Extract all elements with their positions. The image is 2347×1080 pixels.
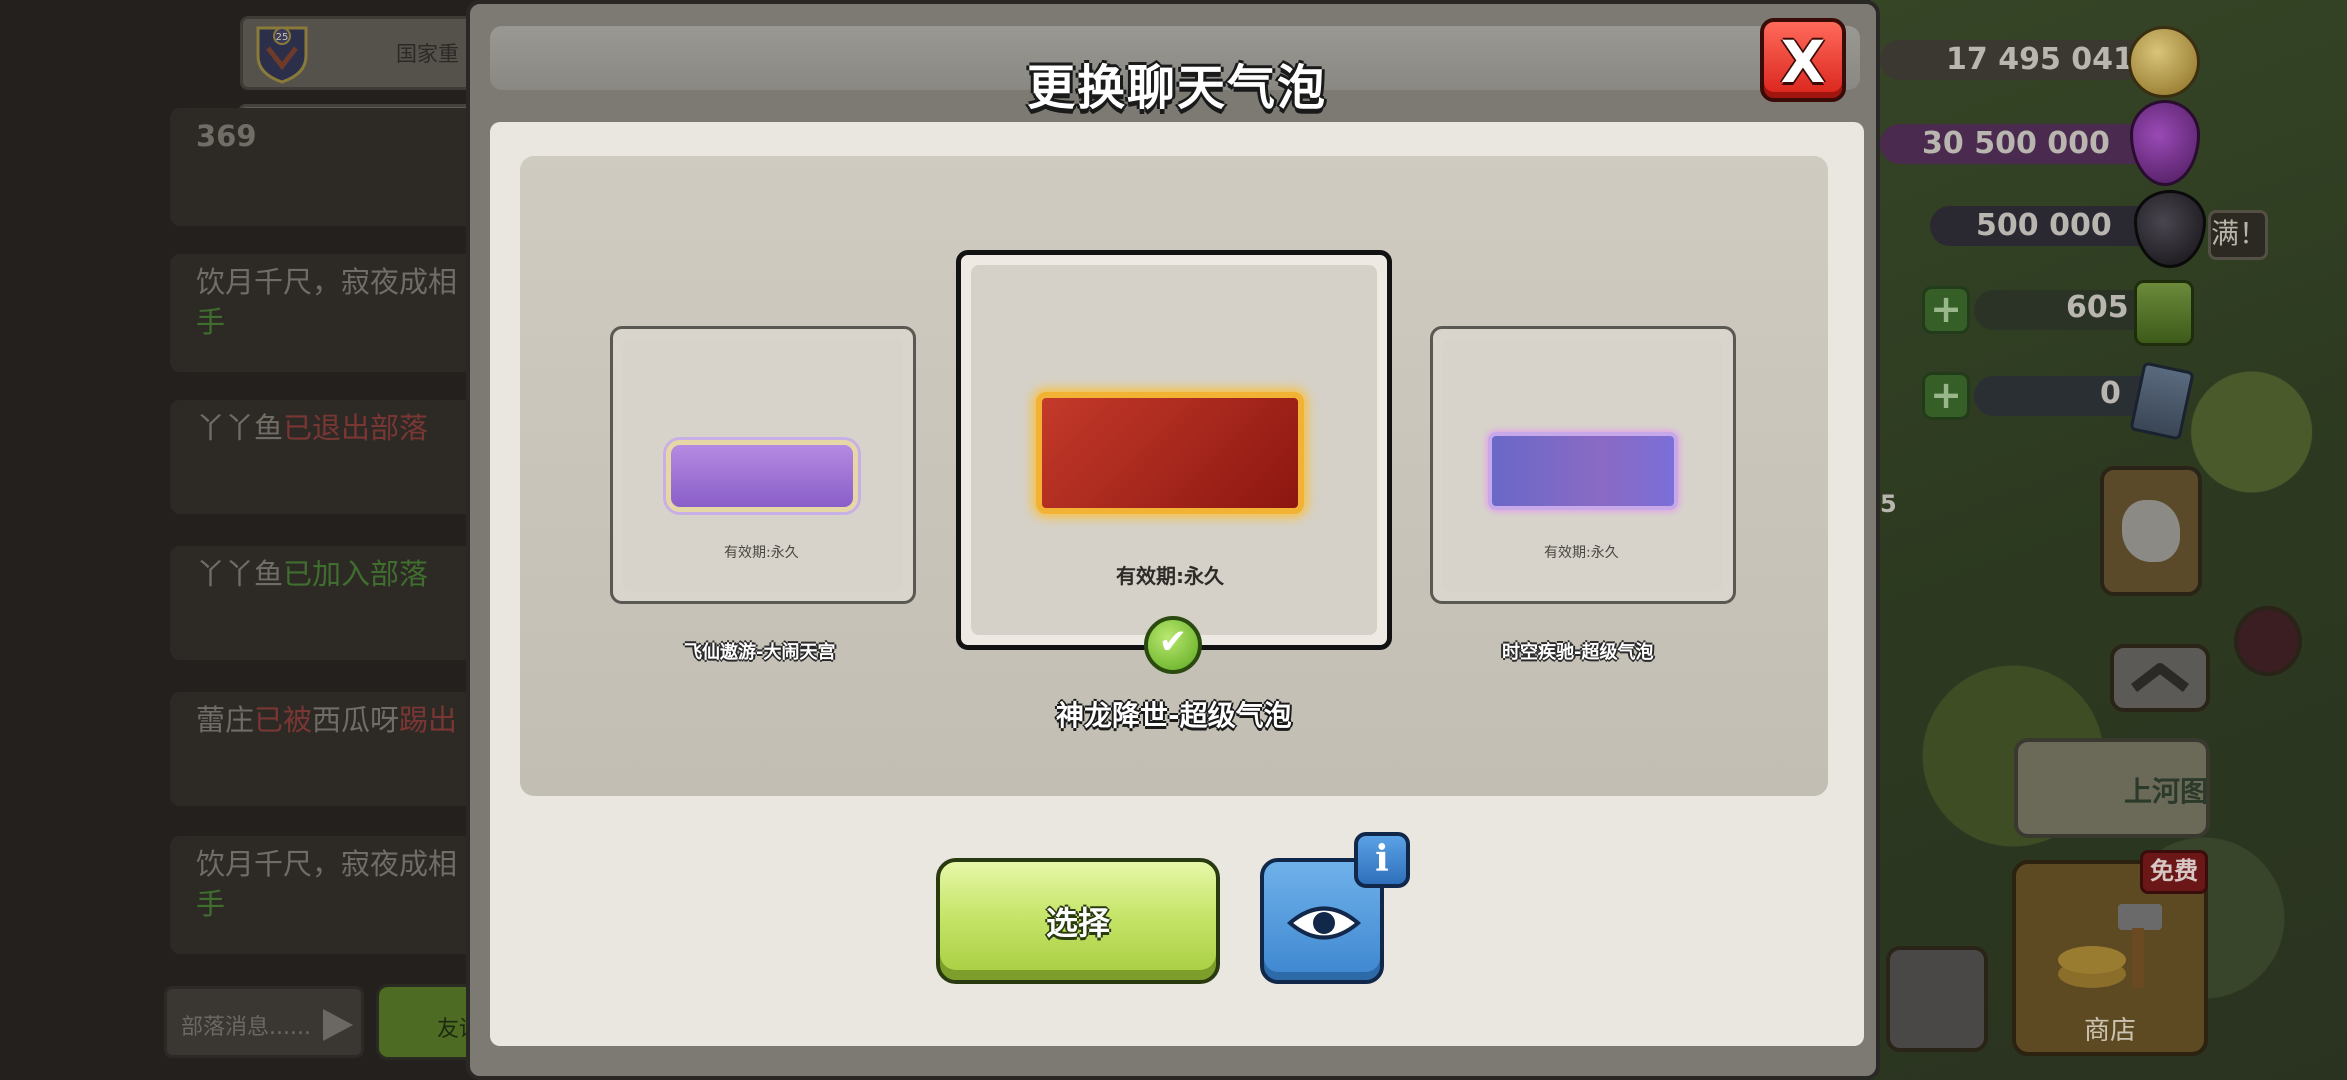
move-building-button[interactable] bbox=[1886, 946, 1988, 1052]
eye-icon bbox=[1286, 906, 1362, 940]
gem-icon bbox=[2134, 280, 2194, 346]
arrow-up-icon bbox=[2130, 663, 2190, 692]
bubble-preview-dragon bbox=[1036, 392, 1304, 514]
chat-message: 丫丫鱼已退出部落 bbox=[170, 400, 480, 514]
chat-message-text: 手 bbox=[196, 887, 226, 921]
gold-coin-icon bbox=[2128, 26, 2200, 98]
chat-actor: 西瓜呀 bbox=[312, 703, 400, 737]
chat-message: 369 bbox=[170, 108, 480, 226]
check-icon: ✔ bbox=[1158, 622, 1188, 662]
level-hint: 5 bbox=[1880, 490, 1897, 518]
elixir-amount: 30 500 000 bbox=[1922, 126, 2110, 161]
river-map-label: 上河图 bbox=[2124, 775, 2209, 808]
chat-message-text: 手 bbox=[196, 305, 226, 339]
select-button[interactable]: 选择 bbox=[936, 858, 1220, 984]
info-icon: i bbox=[1375, 838, 1389, 880]
chat-message-text: 已加入部落 bbox=[283, 557, 429, 591]
select-button-label: 选择 bbox=[1045, 904, 1110, 942]
chat-message: 饮月千尺，寂夜成相 手 bbox=[170, 254, 480, 372]
scroll-up-button[interactable] bbox=[2110, 644, 2210, 712]
chat-message-text: 369 bbox=[196, 119, 257, 153]
bubble-validity: 有效期:永久 bbox=[724, 545, 799, 561]
info-button[interactable]: i bbox=[1354, 832, 1410, 888]
chat-sender: 饮月千尺，寂夜成相 bbox=[196, 265, 458, 299]
storage-full-label: 满！ bbox=[2208, 210, 2268, 260]
clan-name: 国家重 bbox=[396, 42, 459, 66]
shop-hammer-icon bbox=[2058, 904, 2162, 988]
builder-hand-button[interactable] bbox=[2100, 466, 2202, 596]
dark-elixir-amount: 500 000 bbox=[1976, 208, 2112, 243]
shop-label: 商店 bbox=[2084, 1016, 2137, 1046]
chat-input[interactable]: 部落消息...... bbox=[164, 986, 364, 1058]
chat-message: 饮月千尺，寂夜成相 手 bbox=[170, 836, 480, 954]
builder-hand-icon bbox=[2122, 500, 2180, 562]
chat-message-text: 已被 bbox=[254, 703, 313, 737]
chat-message-text: 已退出部落 bbox=[283, 411, 429, 445]
bubble-validity: 有效期:永久 bbox=[1544, 545, 1619, 561]
chat-sender: 蕾庄 bbox=[196, 703, 255, 737]
clan-level-text: 25 bbox=[276, 32, 289, 43]
send-icon[interactable] bbox=[323, 1009, 353, 1041]
bubble-name: 时空疾驰-超级气泡 bbox=[1502, 642, 1654, 663]
close-button[interactable]: X bbox=[1760, 18, 1846, 102]
bubble-preview-blue-purple bbox=[1488, 432, 1678, 510]
selected-check-badge: ✔ bbox=[1144, 616, 1202, 674]
chat-input-placeholder: 部落消息...... bbox=[181, 1015, 311, 1040]
bubble-preview-purple bbox=[666, 440, 858, 512]
buy-gems-button[interactable]: + bbox=[1922, 286, 1970, 334]
clan-badge-icon: 25 bbox=[256, 26, 308, 84]
gold-pass-amount: 0 bbox=[2100, 376, 2121, 411]
chat-message: 丫丫鱼已加入部落 bbox=[170, 546, 480, 660]
chat-sender: 丫丫鱼 bbox=[196, 557, 284, 591]
gold-amount: 17 495 041 bbox=[1946, 42, 2134, 77]
bubble-name-selected: 神龙降世-超级气泡 bbox=[1056, 699, 1292, 732]
gems-amount: 605 bbox=[2066, 290, 2129, 325]
close-x-icon: X bbox=[1780, 28, 1826, 96]
chat-sender: 丫丫鱼 bbox=[196, 411, 284, 445]
chat-message: 蕾庄已被西瓜呀踢出 bbox=[170, 692, 480, 806]
clan-chat-panel: 25 国家重 部落 369 饮月千尺，寂夜成相 手 丫丫鱼已退出部落 丫丫鱼已加… bbox=[0, 0, 488, 1080]
dialog-title: 更换聊天气泡 bbox=[1026, 60, 1327, 116]
bubble-validity: 有效期:永久 bbox=[1116, 564, 1224, 588]
bubble-name: 飞仙遨游-大闹天宫 bbox=[684, 642, 836, 663]
dark-event-button[interactable] bbox=[2234, 606, 2302, 676]
free-badge: 免费 bbox=[2140, 850, 2208, 894]
chat-sender: 饮月千尺，寂夜成相 bbox=[196, 847, 458, 881]
buy-gold-pass-button[interactable]: + bbox=[1922, 372, 1970, 420]
chat-message-text: 踢出 bbox=[399, 703, 458, 737]
